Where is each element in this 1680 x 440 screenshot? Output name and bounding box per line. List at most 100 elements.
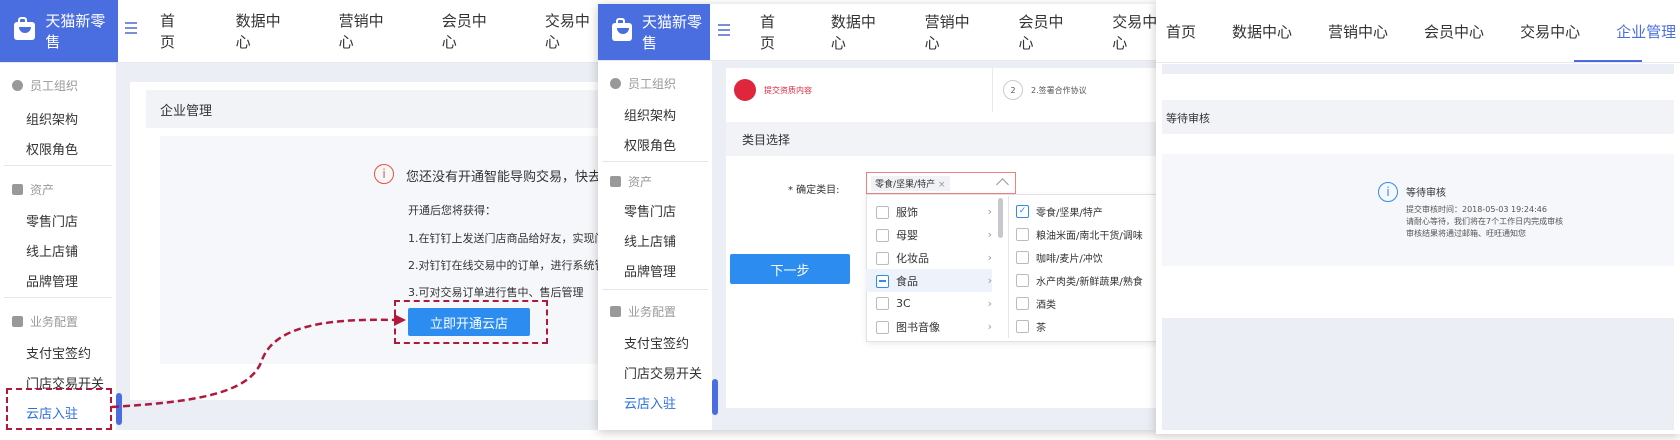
subcategory-item[interactable]: 咖啡/麦片/冲饮 <box>1016 246 1158 269</box>
subcategory-item-checked[interactable]: ✓ 零食/坚果/特产 <box>1016 200 1158 223</box>
category-select[interactable]: 零食/坚果/特产 × <box>866 172 1016 194</box>
category-label: * 确定类目: <box>788 185 840 196</box>
panel-pending-review: 首页 数据中心 营销中心 会员中心 交易中心 企业管理 等待审核 i 等待审核 … <box>1156 0 1680 434</box>
logo-icon <box>612 18 632 41</box>
chevron-right-icon: › <box>987 205 992 218</box>
checkbox[interactable] <box>1016 228 1029 241</box>
category-item[interactable]: 化妆品 › <box>876 246 992 269</box>
step-1-label: 提交资质内容 <box>764 85 812 95</box>
category-list: 服饰 › 母婴 › 化妆品 › 食品 › 3C › 图书音像 › <box>866 200 992 338</box>
info-icon: i <box>1378 182 1398 202</box>
checkbox-indeterminate[interactable] <box>876 275 889 288</box>
subcategory-item[interactable]: 粮油米面/南北干货/调味 <box>1016 223 1158 246</box>
sidebar-item-alipay[interactable]: 支付宝签约 <box>624 333 689 352</box>
nav-enterprise-management[interactable]: 企业管理 <box>1616 21 1676 42</box>
sidebar-item-online-shops[interactable]: 线上店铺 <box>624 231 676 250</box>
submit-time: 提交审核时间：2018-05-03 19:24:46 <box>1406 205 1547 214</box>
sidebar-group-business: 业务配置 <box>610 303 676 320</box>
wait-notice: 请耐心等待，我们将在7个工作日内完成审核 <box>1406 217 1564 226</box>
nav-marketing-center[interactable]: 营销中心 <box>925 11 971 53</box>
checkbox[interactable] <box>876 321 889 334</box>
section-title-bar <box>726 122 1158 156</box>
status-bar-label: 等待审核 <box>1166 112 1210 125</box>
active-indicator <box>712 379 718 415</box>
category-item[interactable]: 母婴 › <box>876 223 992 246</box>
category-item-selected[interactable]: 食品 › <box>866 269 992 292</box>
app-name: 天猫新零售 <box>641 13 702 52</box>
tag-close-icon[interactable]: × <box>938 180 946 190</box>
checkbox[interactable] <box>876 252 889 265</box>
content-card: 提交资质内容 2 2.签署合作协议 类目选择 * 确定类目: 零食/坚果/特产 … <box>726 68 1158 408</box>
nav-trade-center[interactable]: 交易中心 <box>1520 21 1580 42</box>
top-spacer <box>1162 64 1674 74</box>
panel-category-selection: 天猫新零售 首页 数据中心 营销中心 会员中心 交易中心 员工组织 组织架构 权… <box>598 4 1158 430</box>
nav-data-center[interactable]: 数据中心 <box>1232 21 1292 42</box>
checkbox[interactable] <box>1016 297 1029 310</box>
dropdown-divider <box>1008 196 1009 338</box>
dropdown-scrollbar[interactable] <box>998 198 1003 238</box>
nav-member-center[interactable]: 会员中心 <box>1424 21 1484 42</box>
chevron-right-icon: › <box>987 320 992 333</box>
checkbox[interactable] <box>1016 274 1029 287</box>
sidebar-group-staff: 员工组织 <box>610 75 676 92</box>
nav-data-center[interactable]: 数据中心 <box>831 11 877 53</box>
category-item[interactable]: 图书音像 › <box>876 315 992 338</box>
business-icon <box>610 306 621 317</box>
checkbox[interactable] <box>876 229 889 242</box>
checkbox[interactable] <box>1016 320 1029 333</box>
category-tag-label: 零食/坚果/特产 <box>875 180 936 190</box>
nav-home[interactable]: 首页 <box>1166 21 1196 42</box>
subcategory-item[interactable]: 酒类 <box>1016 292 1158 315</box>
nav-marketing-center[interactable]: 营销中心 <box>1328 21 1388 42</box>
top-header: 首页 数据中心 营销中心 会员中心 交易中心 企业管理 <box>1156 0 1680 63</box>
top-header: 天猫新零售 首页 数据中心 营销中心 会员中心 交易中心 <box>598 4 1158 61</box>
status-title: 等待审核 <box>1406 188 1446 199</box>
category-tag[interactable]: 零食/坚果/特产 × <box>871 176 950 191</box>
chevron-up-icon[interactable] <box>996 178 1009 191</box>
nav-trade-center[interactable]: 交易中心 <box>1112 11 1158 53</box>
sidebar-item-cloud-store[interactable]: 云店入驻 <box>624 393 676 412</box>
app-logo: 天猫新零售 <box>598 4 710 60</box>
step-2-number: 2 <box>1003 80 1023 100</box>
category-item[interactable]: 服饰 › <box>876 200 992 223</box>
sidebar-item-brands[interactable]: 品牌管理 <box>624 261 676 280</box>
checkbox[interactable] <box>1016 251 1029 264</box>
step-2-label: 2.签署合作协议 <box>1031 85 1087 95</box>
nav-active-underline <box>1574 60 1642 62</box>
staff-icon <box>610 78 621 89</box>
next-step-button[interactable]: 下一步 <box>730 254 850 284</box>
step-2: 2 2.签署合作协议 <box>992 68 1158 112</box>
sidebar-item-store-trade-switch[interactable]: 门店交易开关 <box>624 363 702 382</box>
main-nav: 首页 数据中心 营销中心 会员中心 交易中心 企业管理 <box>1166 0 1676 62</box>
sidebar-item-stores[interactable]: 零售门店 <box>624 201 676 220</box>
checkbox[interactable] <box>876 206 889 219</box>
step-1: 提交资质内容 <box>726 68 992 112</box>
bottom-area <box>1162 318 1674 430</box>
annotation-arrow <box>111 314 406 409</box>
sidebar-item-org[interactable]: 组织架构 <box>624 105 676 124</box>
chevron-right-icon: › <box>987 251 992 264</box>
chevron-right-icon: › <box>987 274 992 287</box>
nav-home[interactable]: 首页 <box>760 11 783 53</box>
status-title-bar <box>1162 100 1674 134</box>
nav-member-center[interactable]: 会员中心 <box>1018 11 1064 53</box>
step-1-icon <box>734 79 756 101</box>
assets-icon <box>610 176 621 187</box>
main-nav: 首页 数据中心 营销中心 会员中心 交易中心 <box>760 4 1158 60</box>
subcategory-item[interactable]: 水产肉类/新鲜蔬果/熟食 <box>1016 269 1158 292</box>
subcategory-item[interactable]: 茶 <box>1016 315 1158 338</box>
checkbox-checked[interactable]: ✓ <box>1016 205 1029 218</box>
checkbox[interactable] <box>876 297 889 311</box>
sidebar-divider <box>602 161 708 162</box>
section-title: 类目选择 <box>742 133 791 147</box>
sidebar-group-assets: 资产 <box>610 173 652 190</box>
subcategory-list: ✓ 零食/坚果/特产 粮油米面/南北干货/调味 咖啡/麦片/冲饮 水产肉类/新鲜蔬… <box>1016 200 1158 338</box>
chevron-right-icon: › <box>987 297 992 310</box>
sidebar-divider <box>602 289 708 290</box>
notify-notice: 审核结果将通过邮箱、旺旺通知您 <box>1406 229 1526 238</box>
sidebar: 员工组织 组织架构 权限角色 资产 零售门店 线上店铺 品牌管理 业务配置 支付… <box>598 61 718 430</box>
sidebar-item-roles[interactable]: 权限角色 <box>624 135 676 154</box>
category-item[interactable]: 3C › <box>876 292 992 315</box>
menu-toggle-icon[interactable] <box>718 24 730 38</box>
chevron-right-icon: › <box>987 228 992 241</box>
